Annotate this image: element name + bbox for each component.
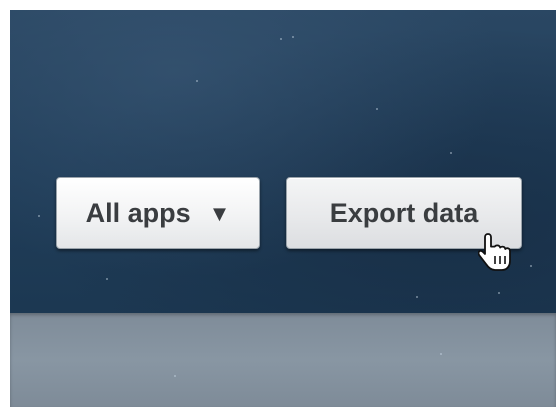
background-speck xyxy=(416,296,418,298)
background-speck xyxy=(498,292,500,294)
background-speck xyxy=(292,36,294,38)
background-speck xyxy=(280,38,282,40)
all-apps-label: All apps xyxy=(85,197,191,228)
chevron-down-icon: ▼ xyxy=(208,201,231,226)
background-speck xyxy=(530,265,532,267)
background-speck xyxy=(106,278,108,280)
background-speck xyxy=(450,152,452,154)
background-speck xyxy=(440,353,442,355)
background-dark-panel xyxy=(10,10,556,313)
background-speck xyxy=(196,80,198,82)
background-speck xyxy=(174,375,176,377)
hand-pointer-icon xyxy=(478,233,511,271)
export-data-label: Export data xyxy=(329,197,479,228)
background-speck xyxy=(38,215,40,217)
background-light-panel xyxy=(10,313,556,407)
app-viewport: All apps ▼ Export data xyxy=(10,10,556,407)
background-speck xyxy=(376,108,378,110)
all-apps-dropdown[interactable]: All apps ▼ xyxy=(56,177,260,249)
